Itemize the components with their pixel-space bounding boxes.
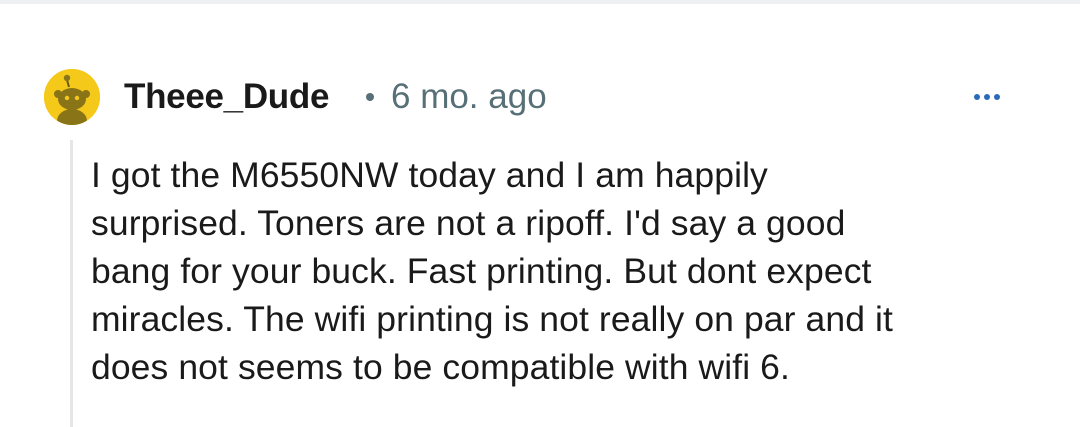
- user-avatar[interactable]: [44, 69, 100, 125]
- comment: Theee_Dude 6 mo. ago I got the M6550NW t…: [0, 0, 1080, 427]
- username[interactable]: Theee_Dude: [124, 76, 329, 118]
- separator-dot: [366, 93, 374, 101]
- thread-line[interactable]: [70, 140, 73, 427]
- more-options-icon: [974, 94, 980, 100]
- more-options-button[interactable]: [966, 84, 1008, 110]
- comment-body: I got the M6550NW today and I am happily…: [91, 155, 893, 387]
- snoo-avatar-icon: [44, 69, 100, 125]
- comment-timestamp: 6 mo. ago: [391, 77, 547, 116]
